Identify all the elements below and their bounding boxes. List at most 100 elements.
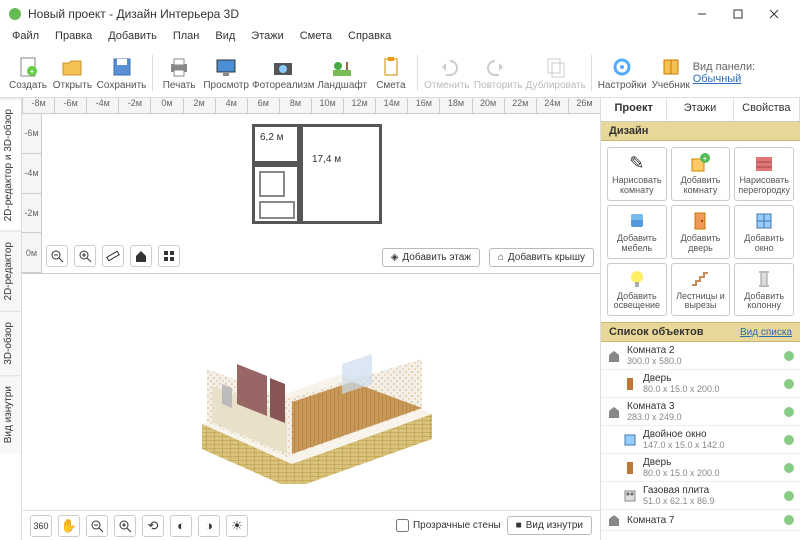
door-icon xyxy=(674,210,728,232)
left-tabs: 2D-редактор и 3D-обзор 2D-редактор 3D-об… xyxy=(0,98,22,540)
menubar: Файл Правка Добавить План Вид Этажи Смет… xyxy=(0,28,800,48)
reset-view-button[interactable]: ⟲ xyxy=(142,515,164,537)
plan-room-1[interactable] xyxy=(252,124,300,164)
model-3d[interactable] xyxy=(182,304,452,484)
right-tabs: Проект Этажи Свойства xyxy=(601,98,800,122)
tools-2d xyxy=(46,245,180,267)
object-item[interactable]: Комната 3283.0 x 249.0 xyxy=(601,398,800,426)
maximize-button[interactable] xyxy=(720,0,756,28)
zoom-out-3d-button[interactable] xyxy=(86,515,108,537)
save-icon xyxy=(110,55,134,79)
tab-2d[interactable]: 2D-редактор xyxy=(0,231,21,311)
print-button[interactable]: Печать xyxy=(157,53,201,93)
visibility-toggle[interactable] xyxy=(784,351,794,361)
transparent-walls-checkbox[interactable]: Прозрачные стены xyxy=(396,519,501,532)
add-door-button[interactable]: Добавить дверь xyxy=(671,205,731,259)
visibility-toggle[interactable] xyxy=(784,491,794,501)
menu-view[interactable]: Вид xyxy=(209,28,241,48)
menu-add[interactable]: Добавить xyxy=(102,28,163,48)
panel-mode: Вид панели: Обычный xyxy=(693,61,794,85)
menu-file[interactable]: Файл xyxy=(6,28,45,48)
add-room-button[interactable]: +Добавить комнату xyxy=(671,147,731,201)
lighting-button[interactable]: ☀ xyxy=(226,515,248,537)
home-button[interactable] xyxy=(130,245,152,267)
tab-project[interactable]: Проект xyxy=(601,98,667,121)
add-roof-button[interactable]: ⌂Добавить крышу xyxy=(489,248,594,267)
visibility-toggle[interactable] xyxy=(784,379,794,389)
tab-properties[interactable]: Свойства xyxy=(734,98,800,121)
visibility-toggle[interactable] xyxy=(784,407,794,417)
add-window-button[interactable]: Добавить окно xyxy=(734,205,794,259)
zoom-in-button[interactable] xyxy=(74,245,96,267)
undo-button[interactable]: Отменить xyxy=(422,53,472,93)
panel-mode-link[interactable]: Обычный xyxy=(693,73,742,85)
duplicate-button[interactable]: Дублировать xyxy=(525,53,587,93)
orbit-v-button[interactable]: ◑ xyxy=(198,515,220,537)
grid-button[interactable] xyxy=(158,245,180,267)
ruler-button[interactable] xyxy=(102,245,124,267)
app-icon xyxy=(8,7,22,21)
plan-room-3[interactable] xyxy=(252,164,300,224)
landscape-button[interactable]: Ландшафт xyxy=(315,53,368,93)
visibility-toggle[interactable] xyxy=(784,515,794,525)
object-type-icon xyxy=(607,349,621,363)
undo-icon xyxy=(435,55,459,79)
list-view-link[interactable]: Вид списка xyxy=(740,327,792,338)
settings-button[interactable]: Настройки xyxy=(596,53,649,93)
ruler-horizontal: -8м-6м-4м-2м0м2м4м6м8м10м12м14м16м18м20м… xyxy=(22,98,600,114)
tab-2d-3d[interactable]: 2D-редактор и 3D-обзор xyxy=(0,98,21,231)
object-item[interactable]: Дверь80.0 x 15.0 x 200.0 xyxy=(601,454,800,482)
add-floor-button[interactable]: ◈Добавить этаж xyxy=(382,248,480,267)
object-name: Дверь xyxy=(643,373,778,384)
visibility-toggle[interactable] xyxy=(784,435,794,445)
object-dimensions: 283.0 x 249.0 xyxy=(627,412,778,422)
object-item[interactable]: Дверь80.0 x 15.0 x 200.0 xyxy=(601,370,800,398)
draw-partition-button[interactable]: Нарисовать перегородку xyxy=(734,147,794,201)
window-icon xyxy=(737,210,791,232)
menu-plan[interactable]: План xyxy=(167,28,206,48)
visibility-toggle[interactable] xyxy=(784,463,794,473)
view-2d[interactable]: -6м-4м-2м0м 6,2 м 17,4 м ◈Добавить этаж … xyxy=(22,114,600,274)
photorealism-button[interactable]: Фотореализм xyxy=(251,53,315,93)
add-lighting-button[interactable]: Добавить освещение xyxy=(607,263,667,317)
floor-plan[interactable]: 6,2 м 17,4 м xyxy=(252,124,382,244)
create-button[interactable]: +Создать xyxy=(6,53,50,93)
orbit-h-button[interactable]: ◐ xyxy=(170,515,192,537)
plan-room-2[interactable] xyxy=(300,124,382,224)
pan-button[interactable]: ✋ xyxy=(58,515,80,537)
object-item[interactable]: Комната 7 xyxy=(601,510,800,531)
object-dimensions: 80.0 x 15.0 x 200.0 xyxy=(643,384,778,394)
menu-floors[interactable]: Этажи xyxy=(245,28,289,48)
draw-room-button[interactable]: ✎Нарисовать комнату xyxy=(607,147,667,201)
close-button[interactable] xyxy=(756,0,792,28)
zoom-out-button[interactable] xyxy=(46,245,68,267)
inside-view-button[interactable]: ■Вид изнутри xyxy=(507,516,592,535)
preview-button[interactable]: Просмотр xyxy=(201,53,251,93)
menu-help[interactable]: Справка xyxy=(342,28,397,48)
tab-3d[interactable]: 3D-обзор xyxy=(0,311,21,375)
titlebar: Новый проект - Дизайн Интерьера 3D xyxy=(0,0,800,28)
design-grid: ✎Нарисовать комнату +Добавить комнату На… xyxy=(601,141,800,322)
add-column-button[interactable]: Добавить колонну xyxy=(734,263,794,317)
object-item[interactable]: Двойное окно147.0 x 15.0 x 142.0 xyxy=(601,426,800,454)
pencil-room-icon: ✎ xyxy=(610,152,664,174)
menu-edit[interactable]: Правка xyxy=(49,28,98,48)
open-button[interactable]: Открыть xyxy=(50,53,95,93)
minimize-button[interactable] xyxy=(684,0,720,28)
tutorial-button[interactable]: Учебник xyxy=(649,53,693,93)
stairs-button[interactable]: Лестницы и вырезы xyxy=(671,263,731,317)
save-button[interactable]: Сохранить xyxy=(95,53,148,93)
estimate-button[interactable]: Смета xyxy=(369,53,413,93)
new-file-icon: + xyxy=(16,55,40,79)
object-item[interactable]: Газовая плита51.0 x 62.1 x 86.9 xyxy=(601,482,800,510)
add-furniture-button[interactable]: Добавить мебель xyxy=(607,205,667,259)
object-item[interactable]: Комната 2300.0 x 580.0 xyxy=(601,342,800,370)
objects-list: Комната 2300.0 x 580.0Дверь80.0 x 15.0 x… xyxy=(601,342,800,540)
redo-button[interactable]: Повторить xyxy=(472,53,525,93)
zoom-in-3d-button[interactable] xyxy=(114,515,136,537)
menu-estimate[interactable]: Смета xyxy=(294,28,338,48)
view-3d[interactable] xyxy=(22,274,600,510)
tab-inside[interactable]: Вид изнутри xyxy=(0,375,21,453)
rotate-360-button[interactable]: 360 xyxy=(30,515,52,537)
tab-floors[interactable]: Этажи xyxy=(667,98,733,121)
